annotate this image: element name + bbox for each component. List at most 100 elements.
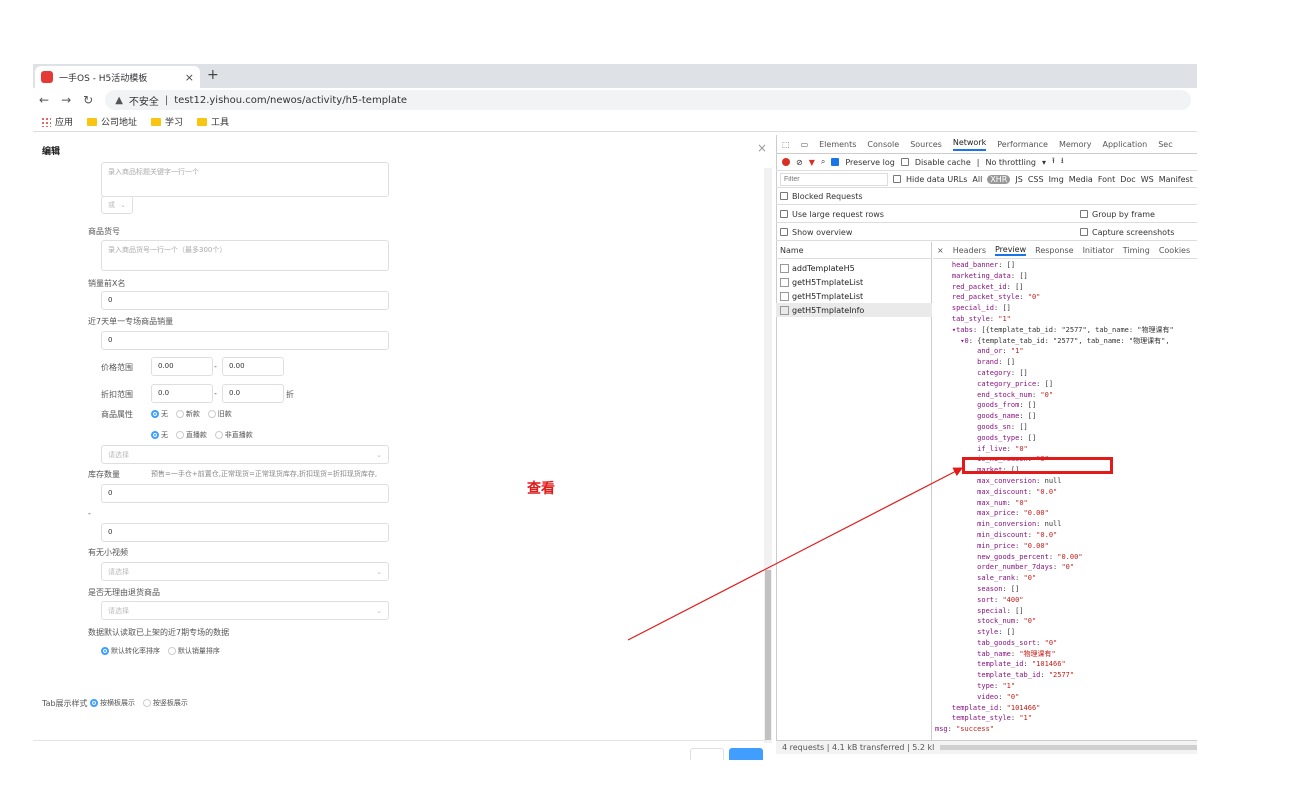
- bookmark-company[interactable]: 公司地址: [87, 115, 137, 128]
- filter-input[interactable]: [780, 172, 888, 186]
- name-column-header[interactable]: Name: [776, 242, 932, 259]
- tab-elements[interactable]: Elements: [819, 140, 856, 149]
- tab-sources[interactable]: Sources: [910, 140, 942, 149]
- discount-min-input[interactable]: 0.0: [151, 384, 213, 403]
- tab-response[interactable]: Response: [1035, 246, 1073, 255]
- sale-rank-input[interactable]: 0: [101, 291, 389, 310]
- tab-close-icon[interactable]: ×: [185, 71, 194, 84]
- radio-live[interactable]: 直播款: [175, 430, 207, 440]
- capture-screenshots-checkbox[interactable]: [1080, 228, 1088, 236]
- hide-data-urls-checkbox[interactable]: [893, 175, 901, 183]
- filter-type-xhr[interactable]: XHR: [987, 174, 1011, 184]
- close-detail-icon[interactable]: ×: [937, 246, 944, 255]
- close-icon[interactable]: ×: [757, 141, 767, 155]
- price-max-input[interactable]: 0.00: [222, 357, 284, 376]
- blocked-requests-checkbox[interactable]: [780, 192, 788, 200]
- tab-preview[interactable]: Preview: [995, 245, 1027, 256]
- tab-memory[interactable]: Memory: [1059, 140, 1092, 149]
- throttling-select[interactable]: No throttling: [985, 158, 1036, 167]
- tab-application[interactable]: Application: [1103, 140, 1148, 149]
- no-reason-select[interactable]: 请选择 ⌄: [101, 601, 389, 620]
- bookmark-tools[interactable]: 工具: [197, 115, 229, 128]
- radio-not-live[interactable]: 非直播款: [214, 430, 253, 440]
- preview-key: order_number_7days: [977, 563, 1054, 572]
- stock-hint: 预售=一手仓+前置仓,正常现货=正常现货库存,折扣现货=折扣现货库存,: [151, 470, 378, 478]
- inspect-icon[interactable]: ⬚: [782, 140, 790, 149]
- page-scrollbar-thumb[interactable]: [765, 570, 771, 740]
- tab-network[interactable]: Network: [952, 138, 987, 151]
- disable-cache-checkbox[interactable]: [900, 158, 909, 166]
- radio-conversion-sort[interactable]: 默认转化率排序: [101, 646, 160, 656]
- radio-new[interactable]: 新款: [175, 409, 200, 419]
- forward-arrow-icon[interactable]: →: [61, 93, 71, 107]
- request-row[interactable]: getH5TmplateList: [776, 275, 932, 289]
- radio-none[interactable]: 无: [151, 409, 168, 419]
- tab-cookies[interactable]: Cookies: [1159, 246, 1190, 255]
- large-rows-checkbox[interactable]: [780, 210, 788, 218]
- caret-down-icon[interactable]: ▾: [1042, 158, 1046, 167]
- stock-max-input[interactable]: 0: [101, 523, 389, 542]
- tab-headers[interactable]: Headers: [953, 246, 986, 255]
- preview-hscrollbar[interactable]: [940, 745, 1197, 750]
- filter-type-ws[interactable]: WS: [1141, 175, 1154, 184]
- confirm-button[interactable]: [729, 748, 763, 760]
- order7-input[interactable]: 0: [101, 331, 389, 350]
- or-select[interactable]: 或 ⌄: [101, 196, 133, 214]
- stock-min-input[interactable]: 0: [101, 484, 389, 503]
- range-dash: -: [214, 362, 217, 371]
- device-icon[interactable]: ▭: [801, 140, 809, 149]
- upload-icon[interactable]: ⭱: [1052, 155, 1055, 169]
- radio-old[interactable]: 旧款: [207, 409, 232, 419]
- radio-dot: [167, 647, 176, 655]
- tab-security[interactable]: Sec: [1158, 140, 1172, 149]
- request-row[interactable]: getH5TmplateList: [776, 289, 932, 303]
- radio-vertical[interactable]: 按竖板展示: [142, 698, 188, 708]
- filter-icon[interactable]: ▼: [809, 158, 815, 167]
- price-min-input[interactable]: 0.00: [151, 357, 213, 376]
- tab-initiator[interactable]: Initiator: [1083, 246, 1114, 255]
- category-select[interactable]: 请选择 ⌄: [101, 445, 389, 464]
- filter-type-font[interactable]: Font: [1098, 175, 1115, 184]
- new-tab-button[interactable]: +: [207, 67, 219, 83]
- bookmark-study[interactable]: 学习: [151, 115, 183, 128]
- bookmark-apps[interactable]: 应用: [41, 115, 73, 128]
- reload-icon[interactable]: ↻: [83, 93, 93, 107]
- goods-sn-textarea[interactable]: 录入商品货号一行一个（最多300个）: [101, 240, 389, 271]
- request-row[interactable]: addTemplateH5: [776, 261, 932, 275]
- download-icon[interactable]: ⭳: [1061, 155, 1064, 169]
- back-arrow-icon[interactable]: ←: [39, 93, 49, 107]
- radio-sales-sort[interactable]: 默认销量排序: [167, 646, 220, 656]
- radio-none[interactable]: 无: [151, 430, 168, 440]
- filter-type-img[interactable]: Img: [1049, 175, 1064, 184]
- filter-type-media[interactable]: Media: [1069, 175, 1093, 184]
- preview-value: "0": [1040, 390, 1054, 399]
- radio-dot: [151, 410, 159, 418]
- request-row-selected[interactable]: getH5TmplateInfo: [776, 303, 932, 317]
- preview-line: type: "1": [977, 682, 1016, 691]
- url-field[interactable]: ▲ 不安全 | test12.yishou.com/newos/activity…: [105, 90, 1191, 110]
- cancel-button[interactable]: [690, 748, 724, 760]
- filter-type-css[interactable]: CSS: [1028, 175, 1044, 184]
- filter-type-manifest[interactable]: Manifest: [1159, 175, 1193, 184]
- keyword-textarea[interactable]: 录入商品标题关键字一行一个: [101, 162, 389, 197]
- discount-max-input[interactable]: 0.0: [222, 384, 284, 403]
- radio-dot: [142, 699, 151, 707]
- filter-type-all[interactable]: All: [972, 175, 982, 184]
- show-overview-checkbox[interactable]: [780, 228, 788, 236]
- tab-performance[interactable]: Performance: [997, 140, 1048, 149]
- preserve-log-checkbox[interactable]: [831, 158, 840, 166]
- search-icon[interactable]: ⌕: [821, 157, 825, 167]
- browser-tab[interactable]: 一手OS - H5活动模板 ×: [35, 66, 200, 88]
- filter-type-doc[interactable]: Doc: [1120, 175, 1135, 184]
- group-by-frame-checkbox[interactable]: [1080, 210, 1088, 218]
- tab-timing[interactable]: Timing: [1123, 246, 1150, 255]
- response-preview: head_banner: [] marketing_data: [] red_p…: [935, 260, 1197, 745]
- preview-value: []: [1044, 379, 1054, 388]
- record-icon[interactable]: [782, 158, 790, 166]
- clear-icon[interactable]: ⊘: [796, 158, 803, 167]
- video-select[interactable]: 请选择 ⌄: [101, 562, 389, 581]
- filter-type-js[interactable]: JS: [1015, 175, 1022, 184]
- radio-dot: [90, 699, 98, 707]
- tab-console[interactable]: Console: [867, 140, 899, 149]
- radio-horizontal[interactable]: 按横板展示: [90, 698, 135, 708]
